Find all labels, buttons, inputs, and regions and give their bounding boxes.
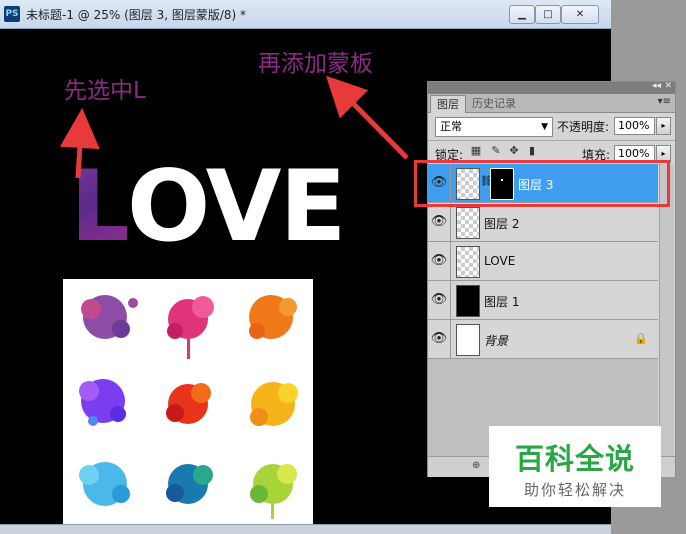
layers-scrollbar[interactable] <box>659 164 674 456</box>
annotation-add-mask: 再添加蒙板 <box>258 51 373 77</box>
lock-move-icon[interactable]: ✥ <box>508 145 520 157</box>
layer-thumbnail <box>456 207 480 239</box>
minimize-button[interactable]: ▁ <box>509 5 535 24</box>
layer-thumbnail <box>456 285 480 317</box>
splash-purple <box>81 295 138 339</box>
lock-icon: 🔒 <box>634 332 648 345</box>
layer-row-2[interactable]: 👁 图层 2 <box>428 203 658 242</box>
splash-red <box>166 383 211 424</box>
link-layers-icon[interactable]: ⊕ <box>472 460 480 471</box>
blend-mode-value: 正常 <box>440 120 462 133</box>
eye-icon[interactable]: 👁 <box>428 203 451 241</box>
paint-splash-image <box>63 279 313 524</box>
splash-violet <box>79 379 126 426</box>
lock-transparent-icon[interactable]: ▦ <box>470 145 482 157</box>
close-button[interactable]: ✕ <box>561 5 599 24</box>
splash-pink <box>167 296 214 359</box>
panel-top-bar[interactable]: ◂◂ ✕ <box>428 81 675 94</box>
layer-thumbnail <box>456 324 480 356</box>
layer-name: 图层 2 <box>484 217 520 231</box>
splash-orange <box>249 295 297 339</box>
tab-history[interactable]: 历史记录 <box>466 95 522 112</box>
chevron-down-icon: ▼ <box>541 122 548 132</box>
lock-brush-icon[interactable]: ✎ <box>490 145 502 157</box>
layer-name: 图层 1 <box>484 295 520 309</box>
watermark-subtitle: 助你轻松解决 <box>523 481 626 499</box>
splash-green <box>250 464 297 519</box>
paint-splash-graphic <box>79 295 298 519</box>
splash-yellow <box>250 382 298 426</box>
layer-row-1[interactable]: 👁 图层 1 <box>428 281 658 320</box>
divider <box>428 140 675 141</box>
lock-all-icon[interactable]: ▮ <box>526 145 538 157</box>
photoshop-icon: PS <box>4 6 20 22</box>
love-letters-rest: OVE <box>126 150 346 264</box>
opacity-input[interactable]: 100% <box>614 117 655 135</box>
panel-tabs: 图层 历史记录 ▾≡ <box>428 94 675 113</box>
layer-row-background[interactable]: 👁 背景 🔒 <box>428 320 658 359</box>
layer-row-love[interactable]: 👁 LOVE <box>428 242 658 281</box>
annotation-select-l: 先选中L <box>64 78 146 104</box>
layer-thumbnail <box>456 246 480 278</box>
eye-icon[interactable]: 👁 <box>428 281 451 319</box>
splash-cyan <box>79 462 130 506</box>
opacity-slider-button[interactable]: ▸ <box>656 117 671 135</box>
watermark-title: 百科全说 <box>514 442 635 476</box>
love-text: LOVE <box>70 158 346 256</box>
watermark: 百科全说 助你轻松解决 <box>489 426 661 507</box>
layers-panel: ◂◂ ✕ 图层 历史记录 ▾≡ 正常 ▼ 不透明度: 100% ▸ 锁定: ▦ … <box>427 81 676 477</box>
collapse-icon[interactable]: ◂◂ <box>652 81 661 91</box>
panel-menu-icon[interactable]: ▾≡ <box>658 96 671 107</box>
layer-name: 背景 <box>484 334 509 348</box>
title-bar[interactable]: PS 未标题-1 @ 25% (图层 3, 图层蒙版/8) * ▁ □ ✕ <box>0 0 611 29</box>
highlight-box <box>414 160 670 207</box>
eye-icon[interactable]: 👁 <box>428 320 451 358</box>
tab-layers[interactable]: 图层 <box>430 95 466 113</box>
blend-mode-select[interactable]: 正常 ▼ <box>435 117 553 137</box>
layers-list: 👁 ⛓ 图层 3 👁 图层 2 👁 LOVE 👁 图层 1 👁 背景 🔒 <box>428 164 658 456</box>
eye-icon[interactable]: 👁 <box>428 242 451 280</box>
love-letter-l: L <box>70 150 129 264</box>
opacity-label: 不透明度: <box>557 120 610 134</box>
layer-name: LOVE <box>484 254 516 268</box>
close-icon[interactable]: ✕ <box>664 81 672 91</box>
maximize-button[interactable]: □ <box>535 5 561 24</box>
splash-teal <box>166 464 213 504</box>
window-title: 未标题-1 @ 25% (图层 3, 图层蒙版/8) * <box>26 8 247 22</box>
